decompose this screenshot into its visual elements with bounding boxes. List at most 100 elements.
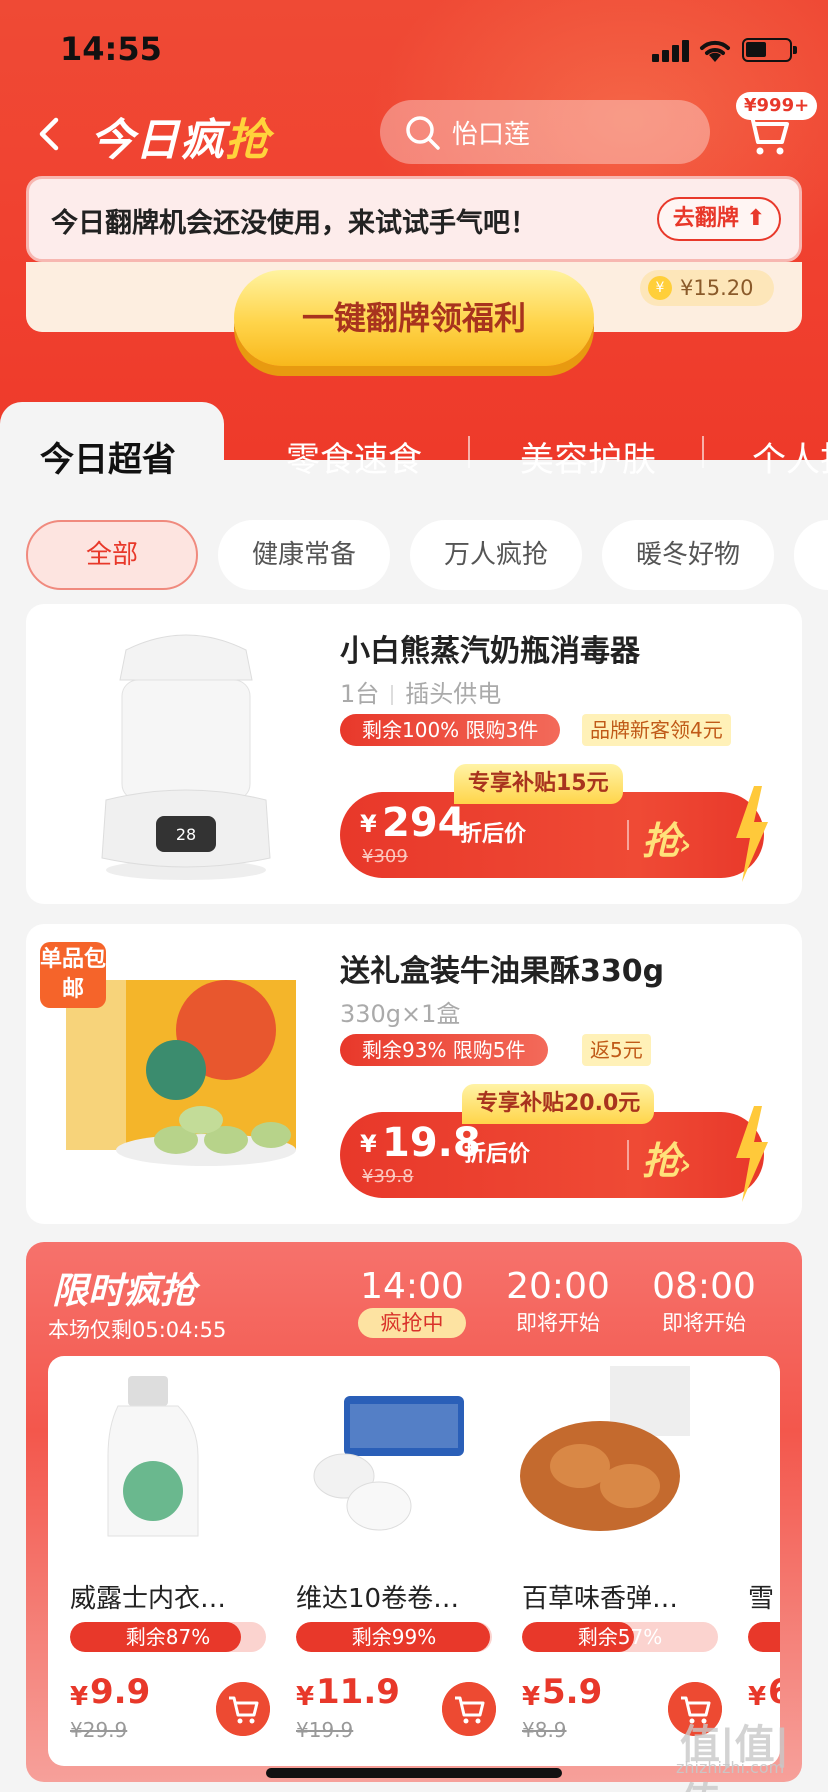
stock-progress-bar: 剩余99% xyxy=(296,1622,492,1652)
go-flip-label: 去翻牌 xyxy=(672,206,739,231)
stock-limit-tag: 剩余100% 限购3件 xyxy=(340,714,561,746)
product-spec: 1台 插头供电 xyxy=(340,674,501,709)
search-placeholder: 怡口莲 xyxy=(452,120,531,150)
price-buy-bar[interactable]: ¥ 294 折后价 ¥309 抢› xyxy=(340,786,768,882)
chip-health[interactable]: 健康常备 xyxy=(218,520,390,590)
page-title-accent: 抢 xyxy=(225,115,270,166)
search-icon xyxy=(406,116,440,150)
flash-item-name: 雪 xyxy=(748,1584,775,1614)
bread-snack-image xyxy=(520,1366,690,1531)
watermark-url: zhizhizhi.com xyxy=(676,1758,785,1777)
price-currency: ¥ xyxy=(748,1682,767,1712)
free-shipping-badge: 单品包邮 xyxy=(40,942,106,1008)
session-time[interactable]: 08:00 xyxy=(634,1266,774,1307)
flash-item-price: 6 xyxy=(768,1672,780,1712)
session-time[interactable]: 14:00 xyxy=(342,1266,482,1307)
flash-sale-title: 限时疯抢 xyxy=(52,1271,197,1312)
price-divider xyxy=(627,820,629,850)
back-arrow-icon[interactable] xyxy=(30,114,70,154)
flash-item-original-price: ¥19.9 xyxy=(296,1718,354,1742)
original-price: ¥39.8 xyxy=(362,1166,414,1187)
tab-today-saving[interactable]: 今日超省 xyxy=(40,432,176,481)
flash-item[interactable]: 威露士内衣洗衣液 剩余87% ¥ 9.9 ¥29.9 xyxy=(48,1356,270,1766)
page-title: 今日疯抢 xyxy=(90,104,270,168)
cellular-signal-icon xyxy=(652,40,692,62)
stock-progress-text: 剩余99% xyxy=(351,1625,437,1649)
flash-item[interactable]: 百草味香弹面包 剩余57% ¥ 5.9 ¥8.9 xyxy=(500,1356,722,1766)
subsidy-tag: 专享补贴20.0元 xyxy=(462,1084,655,1124)
flash-item-name: 百草味香弹面包 xyxy=(522,1584,702,1614)
price-currency: ¥ xyxy=(70,1682,89,1712)
flash-item-price: 5.9 xyxy=(542,1672,603,1712)
flash-item[interactable]: 维达10卷卷纸家用 剩余99% ¥ 11.9 ¥19.9 xyxy=(274,1356,496,1766)
tab-divider xyxy=(702,436,704,468)
flash-item[interactable]: 雪 ¥ 6 xyxy=(726,1356,780,1766)
one-click-flip-button[interactable]: 一键翻牌领福利 xyxy=(234,270,594,366)
status-time: 14:55 xyxy=(60,30,162,68)
cart-count-badge: ¥999+ xyxy=(736,92,818,120)
grab-label: 抢 xyxy=(642,819,681,863)
price-currency: ¥ xyxy=(360,1130,377,1158)
toilet-paper-image xyxy=(313,1396,464,1531)
price-currency: ¥ xyxy=(296,1682,315,1712)
go-flip-button[interactable]: 去翻牌 ⬆ xyxy=(656,197,781,241)
tab-divider xyxy=(468,436,470,468)
product-name: 送礼盒装牛油果酥330g xyxy=(340,954,665,989)
stock-progress-text: 剩余57% xyxy=(577,1625,663,1649)
flash-item-price: 9.9 xyxy=(90,1672,151,1712)
price-label: 折后价 xyxy=(464,1142,531,1167)
price-currency: ¥ xyxy=(360,810,377,838)
chip-more[interactable] xyxy=(794,520,828,590)
product-name: 小白熊蒸汽奶瓶消毒器 xyxy=(340,634,640,669)
up-arrow-icon: ⬆ xyxy=(746,206,765,231)
search-input[interactable]: 怡口莲 xyxy=(380,100,710,164)
session-time[interactable]: 20:00 xyxy=(488,1266,628,1307)
coin-icon: ¥ xyxy=(648,276,672,300)
grab-button[interactable]: 抢› xyxy=(642,810,692,865)
original-price: ¥309 xyxy=(362,846,408,867)
laundry-detergent-image xyxy=(107,1376,199,1537)
flash-sale-countdown: 本场仅剩05:04:55 xyxy=(48,1318,227,1342)
cashback-tag: 返5元 xyxy=(582,1034,651,1066)
price-divider xyxy=(627,1140,629,1170)
coin-balance: ¥ ¥15.20 xyxy=(640,270,774,306)
price-buy-bar[interactable]: ¥ 19.8 折后价 ¥39.8 抢› xyxy=(340,1106,768,1202)
subsidy-tag: 专享补贴15元 xyxy=(454,764,623,804)
chip-popular[interactable]: 万人疯抢 xyxy=(410,520,582,590)
page-title-text: 今日疯 xyxy=(90,115,225,166)
price-currency: ¥ xyxy=(522,1682,541,1712)
product-spec-power: 插头供电 xyxy=(405,680,502,708)
tab-snacks[interactable]: 零食速食 xyxy=(286,432,422,481)
chevron-right-icon: › xyxy=(680,1148,692,1181)
chip-all[interactable]: 全部 xyxy=(26,520,198,590)
stock-progress-text: 剩余87% xyxy=(125,1625,211,1649)
price-value: 294 xyxy=(382,800,466,846)
product-spec-qty: 1台 xyxy=(340,680,380,708)
lightning-icon xyxy=(736,1106,768,1202)
add-to-cart-icon[interactable] xyxy=(216,1682,270,1736)
flash-item-name: 威露士内衣洗衣液 xyxy=(70,1584,250,1614)
tab-beauty[interactable]: 美容护肤 xyxy=(520,432,656,481)
grab-button[interactable]: 抢› xyxy=(642,1130,692,1185)
flash-item-original-price: ¥29.9 xyxy=(70,1718,128,1742)
add-to-cart-icon[interactable] xyxy=(442,1682,496,1736)
home-indicator[interactable] xyxy=(266,1768,562,1778)
coin-amount: ¥15.20 xyxy=(680,276,754,300)
product-card[interactable]: 28 小白熊蒸汽奶瓶消毒器 1台 插头供电 剩余100% 限购3件 品牌新客领4元… xyxy=(26,604,802,904)
chip-winter[interactable]: 暖冬好物 xyxy=(602,520,774,590)
grab-label: 抢 xyxy=(642,1139,681,1183)
session-status: 即将开始 xyxy=(516,1311,600,1335)
flash-item-name: 维达10卷卷纸家用 xyxy=(296,1584,476,1614)
flip-reminder-banner: 今日翻牌机会还没使用，来试试手气吧！ 去翻牌 ⬆ xyxy=(26,176,802,262)
lightning-icon xyxy=(736,786,768,882)
stock-limit-tag: 剩余93% 限购5件 xyxy=(340,1034,548,1066)
flash-item-price: 11.9 xyxy=(316,1672,400,1712)
session-status-active: 疯抢中 xyxy=(358,1308,466,1338)
battery-icon xyxy=(742,38,797,62)
product-card[interactable]: 单品包邮 送礼盒装牛油果酥330g 330g×1盒 剩余93% 限购5件 返5元… xyxy=(26,924,802,1224)
stock-progress-bar: 剩余87% xyxy=(70,1622,266,1652)
chevron-right-icon: › xyxy=(680,828,692,861)
stock-progress-fill xyxy=(748,1622,780,1652)
bottle-sterilizer-image: 28 xyxy=(101,634,271,880)
tab-personal-care[interactable]: 个人护 xyxy=(752,432,828,481)
